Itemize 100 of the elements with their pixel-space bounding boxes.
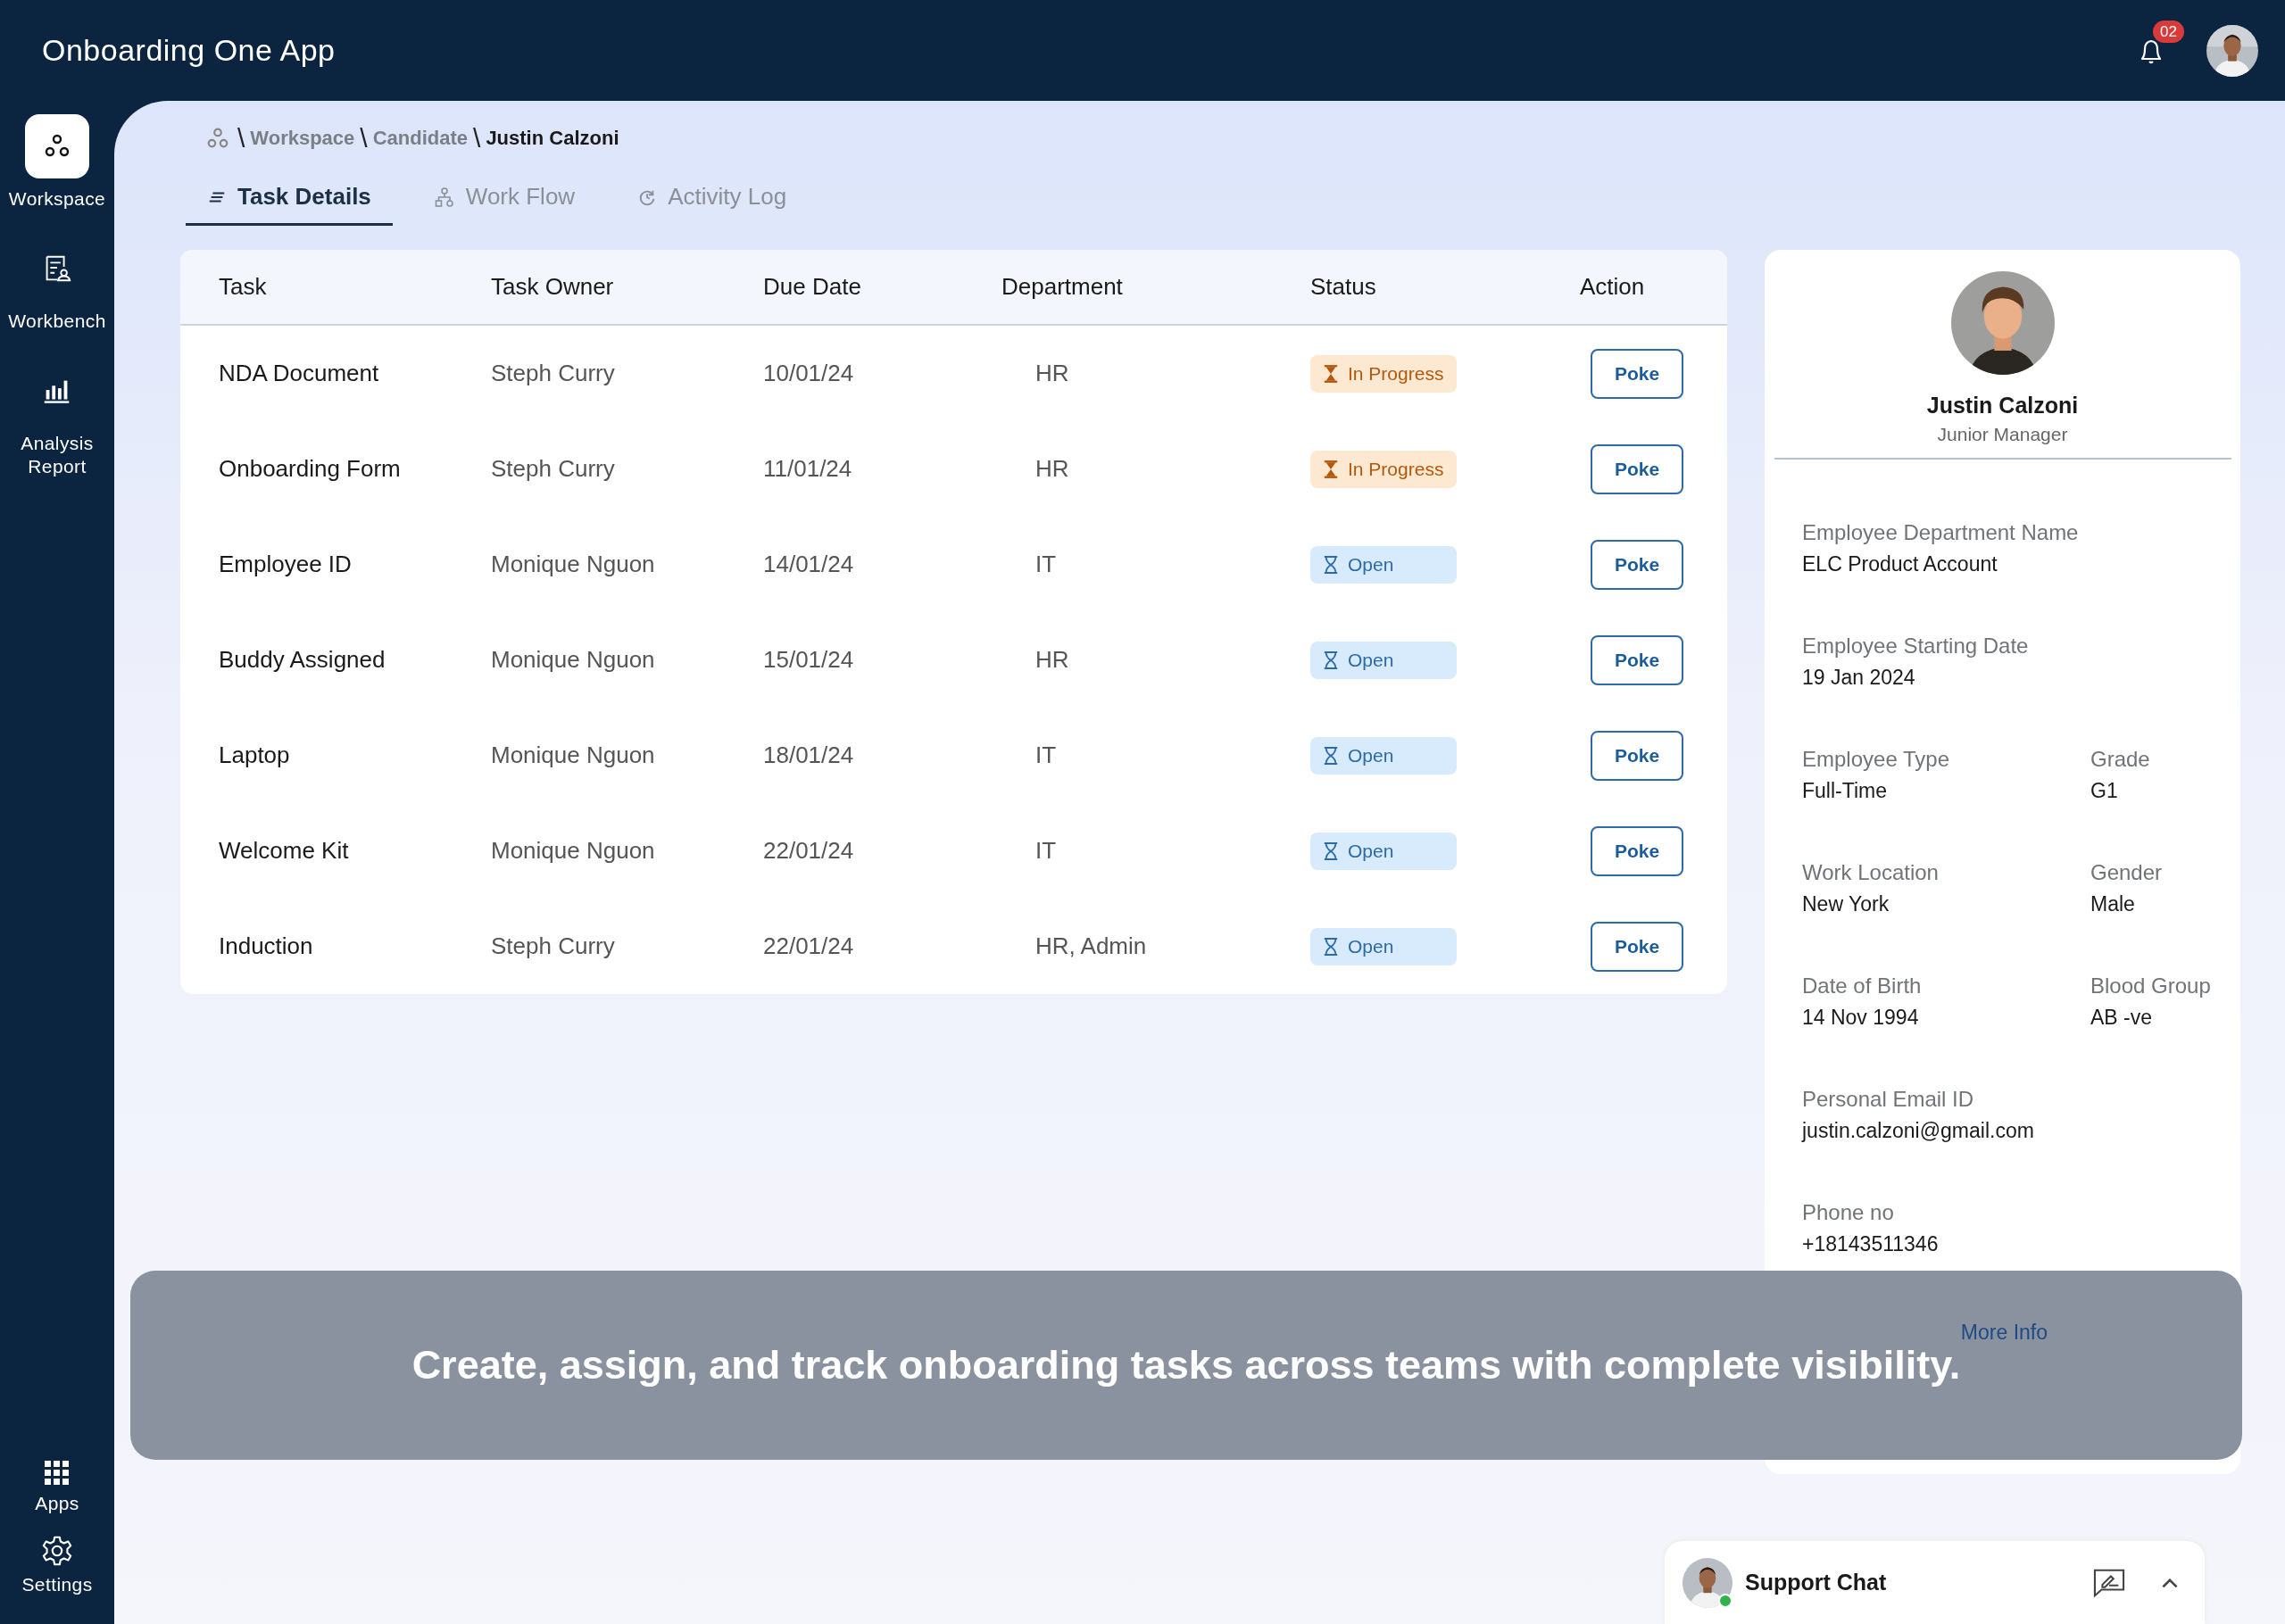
field-value: justin.calzoni@gmail.com <box>1802 1119 2035 1143</box>
table-cell-text: 10/01/24 <box>763 360 855 387</box>
hourglass-icon <box>1323 841 1339 861</box>
status-badge: Open <box>1310 832 1457 870</box>
poke-button[interactable]: Poke <box>1591 730 1683 781</box>
column-header: Task Owner <box>491 273 615 301</box>
field-label: Employee Type <box>1802 747 1950 772</box>
table-cell-text: 18/01/24 <box>763 742 855 769</box>
status-badge: In Progress <box>1310 450 1457 488</box>
column-header: Department <box>1001 273 1124 301</box>
table-cell-text: Laptop <box>219 742 291 769</box>
table-cell-text: IT <box>1034 742 1058 769</box>
table-cell-text: Monique Nguon <box>491 551 656 578</box>
breadcrumb-separator: \ <box>360 123 368 153</box>
poke-button[interactable]: Poke <box>1591 443 1683 494</box>
field-label: Date of Birth <box>1802 974 1923 998</box>
field-value: ELC Product Account <box>1802 552 1998 576</box>
poke-button[interactable]: Poke <box>1591 539 1683 590</box>
hierarchy-icon <box>433 186 455 208</box>
hourglass-icon <box>1323 363 1339 384</box>
breadcrumb-item: Justin Calzoni <box>486 127 619 150</box>
status-badge: Open <box>1310 641 1457 679</box>
breadcrumb-separator: \ <box>237 123 245 153</box>
support-chat-bar[interactable]: Support Chat <box>1665 1541 2205 1624</box>
poke-button[interactable]: Poke <box>1591 348 1683 399</box>
sidebar-item[interactable]: Settings <box>0 1533 114 1595</box>
table-cell-text: Steph Curry <box>491 932 616 960</box>
table-cell-text: HR <box>1034 455 1070 483</box>
app-title: Onboarding One App <box>42 33 336 68</box>
table-cell-text: IT <box>1034 837 1058 865</box>
table-cell-text: HR, Admin <box>1034 932 1148 960</box>
table-cell-text: Monique Nguon <box>491 742 656 769</box>
hourglass-icon <box>1323 745 1339 766</box>
sidebar-item[interactable]: Workbench <box>0 236 114 333</box>
banner-text: Create, assign, and track onboarding tasks across teams with complete visibility. <box>411 1342 1961 1388</box>
table-cell-text: HR <box>1034 360 1070 387</box>
table-cell-text: NDA Document <box>219 360 380 387</box>
field-value: 19 Jan 2024 <box>1802 666 1916 690</box>
sidebar-label: Settings <box>21 1572 94 1595</box>
status-badge: In Progress <box>1310 354 1457 393</box>
field-value: Full-Time <box>1802 779 1888 803</box>
table-cell-text: 14/01/24 <box>763 551 855 578</box>
breadcrumb-separator: \ <box>473 123 481 153</box>
field-label: Blood Group <box>2090 974 2212 998</box>
apps-grid-icon <box>44 1459 71 1487</box>
table-cell-text: Onboarding Form <box>219 455 402 483</box>
sidebar-item[interactable]: Workspace <box>0 114 114 211</box>
profile-role: Junior Manager <box>1937 424 2068 445</box>
table-cell-text: 22/01/24 <box>763 932 855 960</box>
poke-button[interactable]: Poke <box>1591 634 1683 685</box>
poke-button[interactable]: Poke <box>1591 825 1683 876</box>
sidebar-label: Analysis Report <box>20 432 95 477</box>
field-value: AB -ve <box>2090 1006 2154 1030</box>
sidebar-item[interactable]: Analysis Report <box>0 359 114 477</box>
sidebar-label: Workspace <box>8 187 106 211</box>
table-cell-text: Monique Nguon <box>491 837 656 865</box>
notification-count: 02 <box>2153 20 2184 43</box>
table-cell-text: Employee ID <box>219 551 353 578</box>
sidebar-item[interactable]: Apps <box>0 1459 114 1514</box>
field-label: Phone no <box>1802 1200 1895 1225</box>
poke-button[interactable]: Poke <box>1591 921 1683 972</box>
tab[interactable]: Task Details <box>186 176 393 226</box>
compose-message-icon[interactable] <box>2092 1567 2126 1598</box>
table-cell-text: IT <box>1034 551 1058 578</box>
column-header: Task <box>219 273 268 301</box>
hourglass-icon <box>1323 650 1339 670</box>
table-cell-text: 22/01/24 <box>763 837 855 865</box>
field-label: Employee Department Name <box>1802 520 2080 545</box>
profile-name: Justin Calzoni <box>1926 393 2079 418</box>
table-cell-text: 11/01/24 <box>763 455 853 483</box>
status-badge: Open <box>1310 545 1457 584</box>
column-header: Due Date <box>763 273 862 301</box>
sidebar-label: Apps <box>34 1491 80 1514</box>
field-value: Male <box>2090 892 2136 916</box>
hourglass-icon <box>1323 459 1339 479</box>
table-cell-text: 15/01/24 <box>763 646 855 674</box>
field-value: 14 Nov 1994 <box>1802 1006 1920 1030</box>
field-label: Work Location <box>1802 860 1940 885</box>
table-cell-text: Steph Curry <box>491 455 616 483</box>
table-cell-text: Induction <box>219 932 314 960</box>
sidebar-label: Workbench <box>8 310 106 333</box>
field-label: Personal Email ID <box>1802 1087 1975 1112</box>
field-value: G1 <box>2090 779 2119 803</box>
status-badge: Open <box>1310 927 1457 965</box>
table-cell-text: Steph Curry <box>491 360 616 387</box>
column-header: Status <box>1310 273 1377 301</box>
field-label: Grade <box>2090 747 2151 772</box>
field-value: New York <box>1802 892 1890 916</box>
status-badge: Open <box>1310 736 1457 775</box>
support-chat-title: Support Chat <box>1745 1570 1888 1595</box>
column-header: Action <box>1580 273 1646 301</box>
field-label: Employee Starting Date <box>1802 634 2030 659</box>
field-value: +18143511346 <box>1802 1232 1940 1256</box>
field-label: Gender <box>2090 860 2164 885</box>
table-cell-text: Buddy Assigned <box>219 646 386 674</box>
table-cell-text: Monique Nguon <box>491 646 656 674</box>
table-cell-text: Welcome Kit <box>219 837 350 865</box>
hourglass-icon <box>1323 554 1339 575</box>
table-cell-text: HR <box>1034 646 1070 674</box>
hourglass-icon <box>1323 936 1339 957</box>
